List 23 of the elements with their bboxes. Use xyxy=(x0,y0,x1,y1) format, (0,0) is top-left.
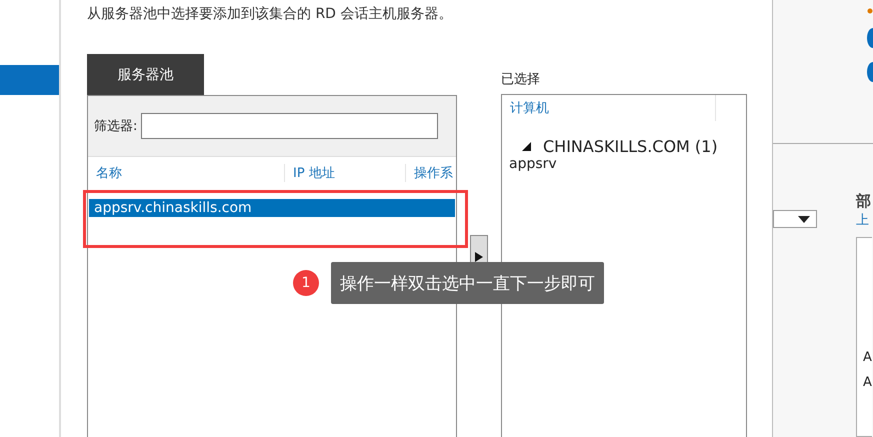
column-header[interactable]: 计算机 xyxy=(510,99,549,117)
group-row[interactable]: CHINASKILLS.COM (1) xyxy=(502,137,746,156)
server-pool-tab[interactable]: 服务器池 xyxy=(87,54,204,95)
section-link[interactable]: 上 xyxy=(856,211,872,229)
instruction-text: 从服务器池中选择要添加到该集合的 RD 会话主机服务器。 xyxy=(87,5,454,24)
annotation-tooltip: 操作一样双击选中一直下一步即可 xyxy=(331,262,604,304)
server-row[interactable]: appsrv.chinaskills.com xyxy=(89,199,455,217)
filter-label: 筛选器: xyxy=(94,118,138,135)
column-header[interactable]: 名称 xyxy=(88,164,285,182)
list-item[interactable]: A xyxy=(863,350,872,375)
list-item[interactable]: A xyxy=(863,375,872,400)
computer-row[interactable]: appsrv xyxy=(502,156,746,172)
arrow-right-icon xyxy=(474,252,484,262)
expand-icon[interactable] xyxy=(522,142,531,151)
selected-label: 已选择 xyxy=(501,71,541,89)
column-header[interactable]: IP 地址 xyxy=(285,164,406,182)
filter-field[interactable] xyxy=(141,113,438,139)
section-heading: 部 xyxy=(856,192,872,211)
caret-icon xyxy=(798,216,810,222)
step-badge: 1 xyxy=(293,270,319,296)
group-name: CHINASKILLS.COM (1) xyxy=(543,137,718,156)
column-header[interactable]: 操作系 xyxy=(406,164,453,182)
dropdown[interactable] xyxy=(773,210,817,228)
